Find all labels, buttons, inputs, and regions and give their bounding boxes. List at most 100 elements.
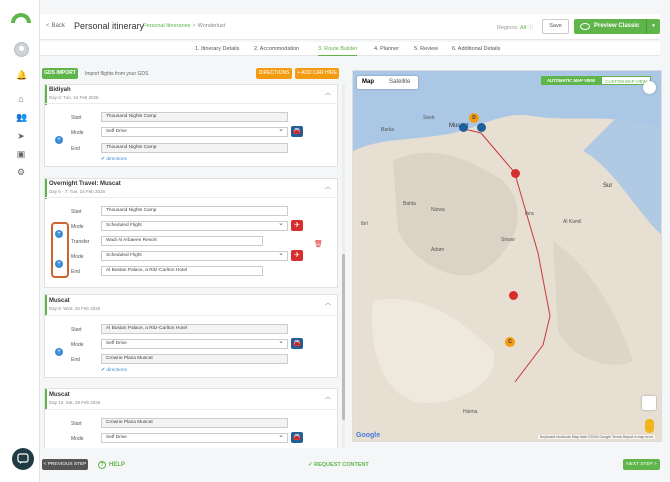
collapse-chevron-icon[interactable]: ︿ bbox=[325, 182, 331, 191]
end-label: End bbox=[71, 269, 80, 275]
place-label: Barka bbox=[381, 127, 395, 133]
add-stop-button[interactable]: + bbox=[55, 260, 63, 268]
end-field[interactable]: Thousand Nights Camp bbox=[101, 143, 288, 153]
transfer-label: Transfer bbox=[71, 239, 90, 245]
route-map[interactable]: Map Satellite AUTOMATIC MAP VIEW CUSTOM … bbox=[352, 70, 662, 442]
map-marker-c[interactable]: C bbox=[505, 337, 515, 347]
card-title: Muscat bbox=[49, 298, 70, 304]
plane-icon[interactable]: ✈ bbox=[291, 250, 303, 261]
start-field[interactable]: Crowne Plaza Muscat bbox=[101, 418, 288, 428]
card-title: Muscat bbox=[49, 392, 70, 398]
step-review[interactable]: 5. Review bbox=[414, 46, 438, 52]
start-label: Start bbox=[71, 115, 82, 121]
back-button[interactable]: < Back bbox=[46, 23, 65, 29]
save-button[interactable]: Save bbox=[542, 19, 569, 34]
help-label: HELP bbox=[109, 462, 126, 468]
add-stop-button[interactable]: + bbox=[55, 230, 63, 238]
trash-icon[interactable]: 🗑 bbox=[314, 240, 323, 248]
mode-select[interactable]: Self Drive bbox=[101, 338, 288, 349]
add-car-hire-button[interactable]: + ADD CAR HIRE bbox=[295, 68, 339, 79]
directions-link[interactable]: ✔ directions bbox=[101, 157, 127, 162]
step-planner[interactable]: 4. Planner bbox=[374, 46, 399, 52]
users-icon[interactable]: 👥 bbox=[16, 112, 27, 122]
map-type-toggle[interactable]: Map Satellite bbox=[357, 76, 418, 89]
street-view-pegman-icon[interactable] bbox=[645, 419, 654, 433]
place-label: Haima bbox=[463, 409, 478, 415]
route-card: Muscat Day 9: Wed, 25 Feb 2026 ︿ Start A… bbox=[44, 294, 338, 378]
place-label: Nizwa bbox=[431, 207, 445, 213]
scrollbar-thumb[interactable] bbox=[342, 254, 345, 420]
gds-import-button[interactable]: GDS IMPORT bbox=[42, 68, 78, 79]
card-title: Bidiyah bbox=[49, 87, 71, 93]
car-icon[interactable]: 🚘 bbox=[291, 126, 303, 137]
breadcrumb-current: Wonderlust bbox=[197, 23, 226, 29]
preview-classic-button[interactable]: Preview Classic ▾ bbox=[574, 19, 660, 34]
fullscreen-icon[interactable] bbox=[643, 81, 656, 94]
car-icon[interactable]: 🚘 bbox=[291, 338, 303, 349]
transfer-field[interactable]: Wadi Al Arbaeen Resort bbox=[101, 236, 263, 246]
automatic-map-view-button[interactable]: AUTOMATIC MAP VIEW bbox=[541, 76, 601, 85]
previous-step-button[interactable]: < PREVIOUS STEP bbox=[42, 459, 88, 470]
add-stop-button[interactable]: + bbox=[55, 136, 63, 144]
back-label: Back bbox=[51, 23, 65, 29]
mode-select[interactable]: Self Drive bbox=[101, 432, 288, 443]
image-icon[interactable]: ▣ bbox=[16, 149, 26, 159]
start-field[interactable]: Al Bustan Palace, a Ritz-Carlton Hotel bbox=[101, 324, 288, 334]
map-tab[interactable]: Map bbox=[362, 76, 374, 89]
map-pin-icon[interactable] bbox=[477, 123, 486, 132]
start-label: Start bbox=[71, 327, 82, 333]
mode-select[interactable]: Scheduled Flight bbox=[101, 220, 288, 231]
map-attribution[interactable]: Keyboard shortcuts Map data ©2026 Google… bbox=[537, 435, 655, 439]
start-field[interactable]: Thousand Nights Camp bbox=[101, 112, 288, 122]
map-pan-control-icon[interactable] bbox=[642, 396, 656, 410]
app-logo-icon[interactable] bbox=[11, 13, 31, 23]
home-icon[interactable]: ⌂ bbox=[16, 94, 26, 104]
step-itinerary-details[interactable]: 1. Itinerary Details bbox=[195, 46, 239, 52]
start-field[interactable]: Thousand Nights Camp bbox=[101, 206, 288, 216]
plane-icon[interactable]: ✈ bbox=[291, 220, 303, 231]
chat-button[interactable] bbox=[12, 448, 34, 470]
place-label: Sur bbox=[603, 183, 613, 189]
start-label: Start bbox=[71, 421, 82, 427]
collapse-chevron-icon[interactable]: ︿ bbox=[325, 298, 331, 307]
flight-pin-icon[interactable] bbox=[509, 291, 518, 300]
step-additional-details[interactable]: 6. Additional Details bbox=[452, 46, 500, 52]
end-field[interactable]: Al Bustan Palace, a Ritz-Carlton Hotel bbox=[101, 266, 263, 276]
next-step-button[interactable]: NEXT STEP > bbox=[623, 459, 660, 470]
bell-icon[interactable]: 🔔 bbox=[16, 70, 27, 80]
card-accent bbox=[45, 179, 47, 199]
breadcrumb-parent[interactable]: Personal Itineraries bbox=[143, 23, 190, 29]
preview-dropdown-caret-icon[interactable]: ▾ bbox=[646, 19, 660, 34]
map-pin-icon[interactable] bbox=[459, 123, 468, 132]
request-content-button[interactable]: ✓ REQUEST CONTENT bbox=[308, 462, 369, 468]
add-stop-button[interactable]: + bbox=[55, 348, 63, 356]
step-route-builder[interactable]: 3. Route Builder bbox=[318, 46, 358, 56]
satellite-tab[interactable]: Satellite bbox=[389, 76, 410, 89]
directions-button[interactable]: DIRECTIONS bbox=[256, 68, 292, 79]
gear-icon[interactable]: ⚙ bbox=[16, 167, 26, 177]
place-label: Ibri bbox=[361, 221, 368, 227]
card-date: Day 12: Sat, 28 Feb 2026 bbox=[49, 400, 101, 405]
place-label: Adam bbox=[431, 247, 445, 253]
gds-import-note: Import flights from your GDS bbox=[85, 71, 149, 77]
collapse-chevron-icon[interactable]: ︿ bbox=[325, 88, 331, 97]
place-label: Bahla bbox=[403, 201, 416, 207]
divider bbox=[45, 197, 337, 198]
help-icon: ? bbox=[98, 461, 106, 469]
mode-label: Mode bbox=[71, 224, 84, 230]
end-field[interactable]: Crowne Plaza Muscat bbox=[101, 354, 288, 364]
mode-select[interactable]: Self Drive bbox=[101, 126, 288, 137]
mode-label: Mode bbox=[71, 342, 84, 348]
mode-select[interactable]: Scheduled Flight bbox=[101, 250, 288, 261]
map-marker-d[interactable]: D bbox=[469, 113, 479, 123]
flight-pin-icon[interactable] bbox=[511, 169, 520, 178]
regions-label: Regions: bbox=[497, 25, 519, 31]
regions-filter[interactable]: Regions: All ⓘ bbox=[497, 23, 533, 31]
collapse-chevron-icon[interactable]: ︿ bbox=[325, 392, 331, 401]
avatar[interactable] bbox=[14, 42, 29, 57]
send-icon[interactable]: ➤ bbox=[16, 131, 26, 141]
car-icon[interactable]: 🚘 bbox=[291, 432, 303, 443]
directions-link[interactable]: ✔ directions bbox=[101, 368, 127, 373]
help-button[interactable]: ? HELP bbox=[98, 461, 125, 469]
step-accommodation[interactable]: 2. Accommodation bbox=[254, 46, 299, 52]
